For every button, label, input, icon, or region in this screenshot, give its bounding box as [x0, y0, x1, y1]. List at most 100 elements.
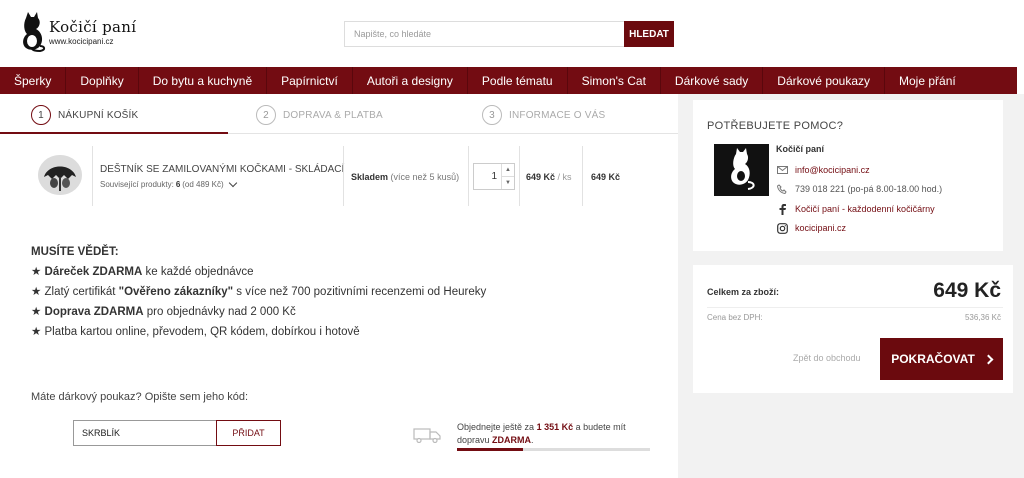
email-link[interactable]: info@kocicipani.cz [776, 164, 870, 176]
notice-bold: "Ověřeno zákazníky" [118, 286, 234, 298]
stock-status: Skladem (více než 5 kusů) [351, 172, 459, 182]
instagram-link[interactable]: kocicipani.cz [776, 222, 846, 234]
facebook-link[interactable]: Kočičí paní - každodenní kočičárny [776, 203, 935, 215]
unit-price-value: 649 Kč [526, 172, 556, 182]
order-summary: Celkem za zboží: 649 Kč Cena bez DPH: 53… [693, 265, 1013, 393]
instagram-text: kocicipani.cz [795, 223, 847, 233]
mail-icon [776, 164, 788, 176]
quantity-value[interactable]: 1 [474, 164, 502, 189]
notice-text: pro objednávky nad 2 000 Kč [143, 306, 296, 318]
stock-label: Skladem [351, 172, 389, 182]
back-to-shop-link[interactable]: Zpět do obchodu [793, 353, 861, 363]
step-label: Informace o vás [509, 109, 606, 121]
star-icon: ★ [31, 326, 42, 338]
must-know-notice: Musíte vědět: ★ Dáreček ZDARMA ke každé … [31, 246, 486, 344]
item-total: 649 Kč [591, 172, 621, 182]
notice-text: Platba kartou online, převodem, QR kódem… [41, 326, 360, 338]
voucher-label: Máte dárkový poukaz? Opište sem jeho kód… [31, 391, 249, 403]
related-label: Související produkty: [100, 180, 174, 189]
chevron-right-icon [983, 354, 994, 364]
nav-item-doplnky[interactable]: Doplňky [66, 67, 139, 94]
active-step-indicator [0, 132, 228, 134]
notice-text: s více než 700 pozitivními recenzemi od … [233, 286, 487, 298]
notice-title: Musíte vědět: [31, 246, 119, 258]
step-label: Nákupní košík [58, 109, 139, 121]
related-price: (od 489 Kč) [182, 180, 224, 189]
instagram-icon [776, 222, 788, 234]
search-button[interactable]: HLEDAT [624, 21, 674, 47]
step-info[interactable]: 3 Informace o vás [482, 105, 605, 125]
star-icon: ★ [31, 286, 42, 298]
nav-item-papirnictvi[interactable]: Papírnictví [267, 67, 353, 94]
nav-item-darkove-poukazy[interactable]: Dárkové poukazy [763, 67, 886, 94]
summary-label: Celkem za zboží: [707, 287, 780, 297]
step-number: 3 [482, 105, 502, 125]
logo-name: Kočičí paní [49, 18, 137, 36]
notice-bold: Dáreček ZDARMA [44, 266, 143, 278]
search-bar: HLEDAT [344, 21, 674, 47]
nav-item-podle-tematu[interactable]: Podle tématu [468, 67, 568, 94]
unit-price: 649 Kč / ks [526, 172, 572, 182]
shipping-progress-bar [457, 448, 650, 451]
voucher-code-input[interactable] [73, 420, 217, 446]
notice-line: ★ Zlatý certifikát "Ověřeno zákazníky" s… [31, 284, 486, 298]
divider [468, 146, 469, 206]
logo[interactable]: Kočičí paní www.kocicipani.cz [18, 12, 136, 52]
phone-text: 739 018 221 (po-pá 8.00-18.00 hod.) [795, 184, 943, 194]
nav-item-darkove-sady[interactable]: Dárkové sady [661, 67, 764, 94]
nav-item-do-bytu[interactable]: Do bytu a kuchyně [139, 67, 268, 94]
continue-button[interactable]: Pokračovat [880, 338, 1003, 380]
notice-text: ke každé objednávce [142, 266, 254, 278]
free-shipping-message: Objednejte ještě za 1 351 Kč a budete mí… [457, 421, 657, 447]
cart-item-row: Deštník se zamilovanými kočkami - skláda… [30, 146, 670, 206]
divider [92, 146, 93, 206]
email-text: info@kocicipani.cz [795, 165, 870, 175]
step-number: 2 [256, 105, 276, 125]
continue-label: Pokračovat [891, 352, 975, 366]
notice-bold: Doprava ZDARMA [44, 306, 144, 318]
nav-item-moje-prani[interactable]: Moje přání [885, 67, 970, 94]
chevron-down-icon [228, 178, 237, 188]
shipping-free: ZDARMA [492, 435, 532, 445]
summary-total: 649 Kč [933, 279, 1001, 302]
star-icon: ★ [31, 266, 42, 278]
notice-line: ★ Doprava ZDARMA pro objednávky nad 2 00… [31, 304, 486, 318]
help-title: Potřebujete pomoc? [707, 120, 844, 132]
shipping-remaining: 1 351 Kč [536, 422, 574, 432]
divider [343, 146, 344, 206]
site-header: Kočičí paní www.kocicipani.cz HLEDAT [0, 0, 1024, 67]
help-box: Potřebujete pomoc? Kočičí paní info@koci… [693, 100, 1003, 251]
quantity-stepper[interactable]: 1 ▲ ▼ [473, 163, 515, 190]
net-price-value: 536,36 Kč [964, 313, 1001, 322]
search-input[interactable] [344, 21, 624, 47]
logo-url: www.kocicipani.cz [49, 37, 114, 46]
shipping-text: Objednejte ještě za [457, 422, 537, 432]
star-icon: ★ [31, 306, 42, 318]
phone-icon [776, 183, 788, 195]
net-price-label: Cena bez DPH: [707, 313, 763, 322]
main-nav: Šperky Doplňky Do bytu a kuchyně Papírni… [0, 67, 1017, 94]
nav-item-simons-cat[interactable]: Simon's Cat [568, 67, 661, 94]
product-name[interactable]: Deštník se zamilovanými kočkami - skláda… [100, 164, 344, 175]
facebook-icon [776, 203, 788, 215]
quantity-up-icon[interactable]: ▲ [502, 164, 514, 176]
nav-item-sperky[interactable]: Šperky [0, 67, 67, 94]
divider [519, 146, 520, 206]
shipping-text: . [531, 435, 534, 445]
stock-detail: (více než 5 kusů) [390, 172, 460, 182]
notice-line: ★ Platba kartou online, převodem, QR kód… [31, 324, 486, 338]
divider [582, 146, 583, 206]
phone-line[interactable]: 739 018 221 (po-pá 8.00-18.00 hod.) [776, 183, 942, 195]
notice-text: Zlatý certifikát [41, 286, 119, 298]
step-cart[interactable]: 1 Nákupní košík [31, 105, 138, 125]
step-number: 1 [31, 105, 51, 125]
facebook-text: Kočičí paní - každodenní kočičárny [795, 204, 935, 214]
product-image[interactable] [38, 155, 82, 195]
add-voucher-button[interactable]: Přidat [216, 420, 281, 446]
quantity-down-icon[interactable]: ▼ [502, 176, 514, 189]
nav-item-autori[interactable]: Autoři a designy [353, 67, 468, 94]
notice-line: ★ Dáreček ZDARMA ke každé objednávce [31, 264, 486, 278]
step-shipping[interactable]: 2 Doprava & platba [256, 105, 383, 125]
cat-logo-icon [23, 12, 46, 52]
related-products-toggle[interactable]: Související produkty: 6 (od 489 Kč) [100, 178, 237, 189]
